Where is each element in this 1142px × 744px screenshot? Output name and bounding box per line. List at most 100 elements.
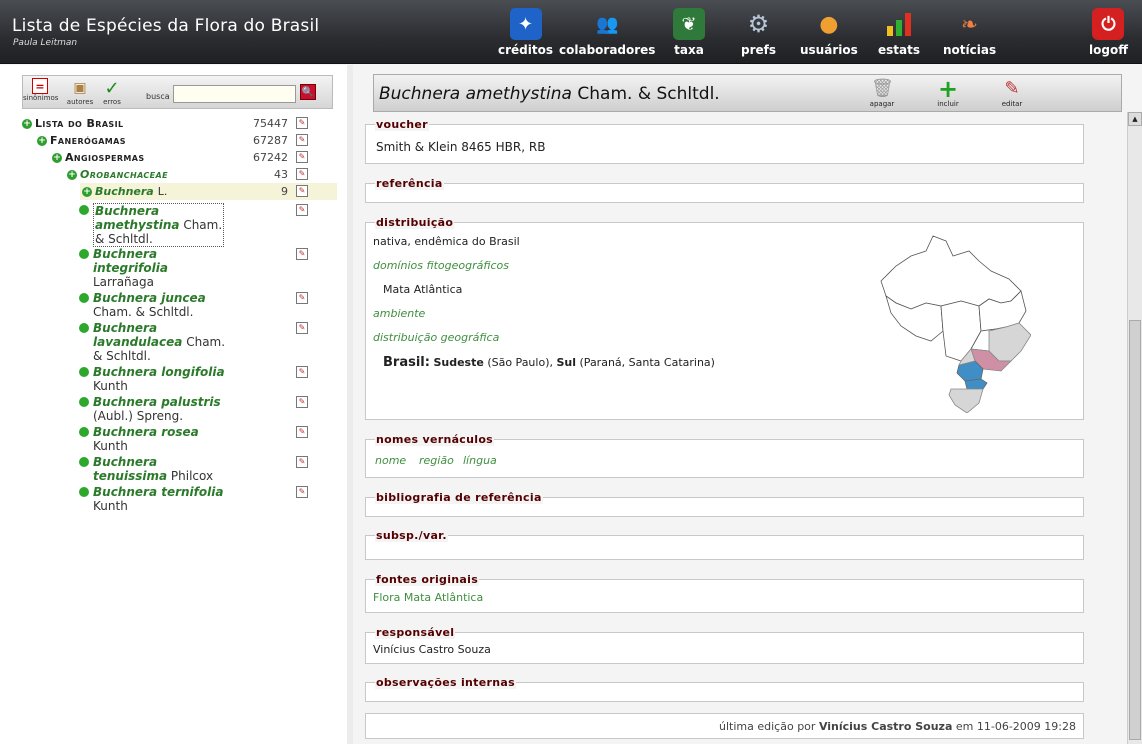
- authors-button[interactable]: ▣ autores: [65, 78, 95, 106]
- species-item[interactable]: Buchnera palustris (Aubl.) Spreng.: [79, 395, 323, 423]
- tree-node-faner[interactable]: + Fanerógamas 67287: [37, 132, 308, 149]
- taxa-leaf-icon: ❦: [673, 8, 705, 40]
- edit-icon[interactable]: ✎: [296, 486, 308, 498]
- edit-icon[interactable]: ✎: [296, 396, 308, 408]
- bibliografia-section: bibliografia de referência: [365, 491, 1084, 517]
- authors-icon: ▣: [73, 80, 87, 96]
- expand-icon[interactable]: +: [22, 118, 32, 129]
- distribuicao-section: distribuição nativa, endêmica do Brasil …: [365, 216, 1084, 420]
- gear-icon: ⚙: [747, 10, 770, 38]
- scroll-up-arrow-icon[interactable]: ▲: [1128, 112, 1142, 126]
- nav-colaboradores[interactable]: 👥 colaboradores: [559, 8, 655, 58]
- scroll-thumb[interactable]: [1129, 320, 1141, 740]
- add-button[interactable]: + incluir: [933, 75, 963, 108]
- edit-icon[interactable]: ✎: [296, 456, 308, 468]
- species-dot-icon: [79, 397, 89, 407]
- species-item[interactable]: Buchnera lavandulacea Cham. & Schltdl.: [79, 321, 323, 363]
- nav-taxa[interactable]: ❦ taxa: [673, 8, 705, 57]
- credits-icon: ✦: [509, 8, 542, 40]
- nav-noticias[interactable]: ❧ notícias: [943, 8, 996, 57]
- species-item[interactable]: Buchnera integrifolia Larrañaga: [79, 247, 323, 289]
- last-edit-footer: última edição por Vinícius Castro Souza …: [365, 713, 1084, 739]
- nav-usuarios[interactable]: ● usuários: [800, 8, 858, 58]
- app-title: Lista de Espécies da Flora do Brasil: [12, 16, 320, 36]
- trash-icon: 🗑: [871, 78, 894, 99]
- edit-icon[interactable]: ✎: [296, 168, 308, 180]
- edit-icon[interactable]: ✎: [296, 134, 308, 146]
- checkmark-icon: ✓: [104, 77, 120, 99]
- species-item-selected[interactable]: Buchnera amethystina Cham. & Schltdl.: [79, 203, 323, 247]
- species-item[interactable]: Buchnera tenuissima Philcox: [79, 455, 323, 483]
- geo-distribution-text: Brasil: Sudeste (São Paulo), Sul (Paraná…: [383, 355, 715, 370]
- species-dot-icon: [79, 487, 89, 497]
- search-icon: 🔍: [301, 86, 315, 98]
- power-icon: ⏻: [1092, 8, 1125, 40]
- synonyms-icon: =: [32, 78, 48, 94]
- species-dot-icon: [79, 205, 89, 215]
- vernaculos-section: nomes vernáculos nome região língua: [365, 433, 1084, 478]
- ambiente-link[interactable]: ambiente: [373, 307, 425, 320]
- edit-icon[interactable]: ✎: [296, 117, 308, 129]
- delete-button[interactable]: 🗑 apagar: [868, 78, 896, 108]
- edit-icon[interactable]: ✎: [296, 151, 308, 163]
- stats-icon: [883, 8, 915, 40]
- edit-icon[interactable]: ✎: [296, 248, 308, 260]
- taxon-detail-panel: Buchnera amethystina Cham. & Schltdl. 🗑 …: [359, 65, 1142, 744]
- nav-prefs[interactable]: ⚙ prefs: [741, 8, 776, 57]
- taxon-title-bar: Buchnera amethystina Cham. & Schltdl. 🗑 …: [373, 74, 1122, 112]
- errors-button[interactable]: ✓ erros: [99, 77, 125, 107]
- search-button[interactable]: 🔍: [300, 84, 316, 100]
- search-input[interactable]: [173, 85, 296, 103]
- referencia-section: referência: [365, 177, 1084, 203]
- logged-user: Paula Leitman: [13, 38, 78, 48]
- species-item[interactable]: Buchnera ternifolia Kunth: [79, 485, 323, 513]
- species-item[interactable]: Buchnera longifolia Kunth: [79, 365, 323, 393]
- expand-icon[interactable]: +: [37, 135, 47, 146]
- fontes-link[interactable]: Flora Mata Atlântica: [373, 591, 483, 604]
- plus-icon: +: [937, 75, 959, 103]
- brazil-map: [880, 235, 1031, 413]
- species-dot-icon: [79, 249, 89, 259]
- news-icon: ❧: [961, 12, 978, 36]
- taxon-title: Buchnera amethystina Cham. & Schltdl.: [379, 84, 720, 104]
- voucher-section: voucher Smith & Klein 8465 HBR, RB: [365, 118, 1084, 164]
- species-dot-icon: [79, 323, 89, 333]
- app-header: Lista de Espécies da Flora do Brasil Pau…: [0, 0, 1142, 64]
- tree-node-angio[interactable]: + Angiospermas 67242: [52, 149, 308, 166]
- edit-icon[interactable]: ✎: [296, 185, 308, 197]
- tree-node-root[interactable]: + Lista do Brasil 75447: [22, 115, 308, 132]
- edit-icon[interactable]: ✎: [296, 204, 308, 216]
- species-item[interactable]: Buchnera juncea Cham. & Schltdl.: [79, 291, 323, 319]
- tree-node-family[interactable]: + Orobanchaceae 43: [67, 166, 308, 183]
- tree-toolbar: = sinônimos ▣ autores ✓ erros busca 🔍: [22, 75, 333, 109]
- nav-estats[interactable]: estats: [878, 8, 920, 57]
- responsavel-section: responsável Vinícius Castro Souza: [365, 626, 1084, 664]
- fontes-section: fontes originais Flora Mata Atlântica: [365, 573, 1084, 613]
- species-item[interactable]: Buchnera rosea Kunth: [79, 425, 323, 453]
- collaborators-icon: 👥: [596, 13, 619, 35]
- species-dot-icon: [79, 293, 89, 303]
- edit-icon[interactable]: ✎: [296, 366, 308, 378]
- species-dot-icon: [79, 457, 89, 467]
- detail-scrollbar[interactable]: ▲: [1127, 112, 1142, 744]
- expand-icon[interactable]: +: [67, 169, 77, 180]
- subsp-section: subsp./var.: [365, 529, 1084, 560]
- edit-pencil-icon: ✎: [1004, 78, 1020, 99]
- edit-icon[interactable]: ✎: [296, 322, 308, 334]
- expand-icon[interactable]: +: [82, 186, 92, 197]
- edit-icon[interactable]: ✎: [296, 292, 308, 304]
- synonyms-button[interactable]: = sinônimos: [23, 78, 58, 102]
- species-dot-icon: [79, 367, 89, 377]
- dominios-link[interactable]: domínios fitogeográficos: [373, 259, 509, 272]
- search-label: busca: [146, 92, 170, 101]
- taxonomy-panel: = sinônimos ▣ autores ✓ erros busca 🔍 + …: [0, 65, 353, 744]
- expand-icon[interactable]: +: [52, 152, 62, 163]
- nav-creditos[interactable]: ✦ créditos: [498, 8, 553, 57]
- observacoes-section: observações internas: [365, 676, 1084, 702]
- species-dot-icon: [79, 427, 89, 437]
- nav-logoff[interactable]: ⏻ logoff: [1089, 8, 1128, 57]
- edit-button[interactable]: ✎ editar: [998, 78, 1026, 108]
- distgeo-link[interactable]: distribuição geográfica: [373, 331, 499, 344]
- edit-icon[interactable]: ✎: [296, 426, 308, 438]
- user-icon: ●: [819, 11, 839, 37]
